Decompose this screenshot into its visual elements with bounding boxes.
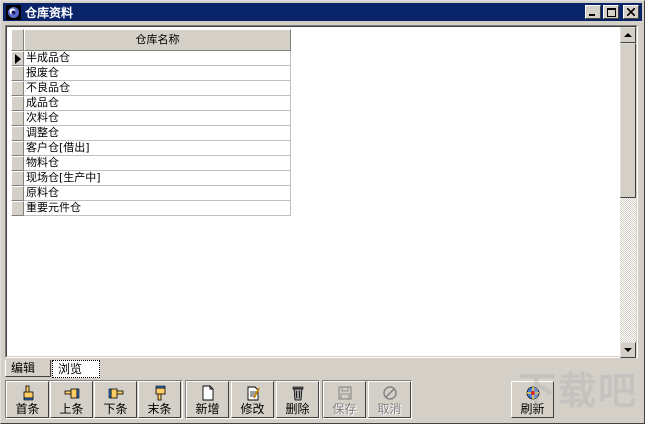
first-record-button[interactable]: 首条 — [6, 381, 49, 418]
table-row[interactable]: 物料仓 — [11, 156, 292, 171]
table-row[interactable]: 调整仓 — [11, 126, 292, 141]
row-indicator[interactable] — [11, 66, 24, 81]
grid-panel: 仓库名称 半成品仓 报废仓 不良品仓 成品仓 次料仓 调整仓 客户仓[借出] 物料仓 现场仓[生… — [5, 25, 638, 358]
table-row[interactable]: 现场仓[生产中] — [11, 171, 292, 186]
cancel-circle-icon — [382, 386, 397, 400]
current-row-pointer-icon — [15, 54, 21, 64]
edit-document-icon — [247, 386, 260, 401]
warehouse-name-cell[interactable]: 成品仓 — [24, 96, 291, 111]
warehouse-name-cell[interactable]: 客户仓[借出] — [24, 141, 291, 156]
warehouse-name-cell[interactable]: 报废仓 — [24, 66, 291, 81]
table-row[interactable]: 客户仓[借出] — [11, 141, 292, 156]
table-row[interactable]: 成品仓 — [11, 96, 292, 111]
row-indicator[interactable] — [11, 96, 24, 111]
save-label: 保存 — [332, 402, 357, 416]
table-row[interactable]: 原料仓 — [11, 186, 292, 201]
add-record-button[interactable]: 新增 — [186, 381, 229, 418]
arrow-up-icon — [624, 32, 632, 37]
first-record-label: 首条 — [15, 402, 40, 416]
trash-can-icon — [292, 386, 303, 401]
minimize-icon — [589, 14, 595, 16]
hand-point-left-icon — [64, 388, 79, 399]
table-row[interactable]: 半成品仓 — [11, 51, 292, 66]
table-row[interactable]: 报废仓 — [11, 66, 292, 81]
tab-browse[interactable]: 浏览 — [52, 360, 100, 378]
row-indicator[interactable] — [11, 201, 24, 216]
last-record-label: 末条 — [147, 402, 172, 416]
arrow-down-icon — [624, 347, 632, 352]
tab-edit[interactable]: 编辑 — [5, 360, 51, 377]
close-icon — [627, 8, 635, 16]
grid-header-row: 仓库名称 — [11, 29, 292, 51]
warehouse-grid[interactable]: 仓库名称 半成品仓 报废仓 不良品仓 成品仓 次料仓 调整仓 客户仓[借出] 物料仓 现场仓[生… — [11, 29, 292, 216]
row-indicator[interactable] — [11, 141, 24, 156]
save-button[interactable]: 保存 — [323, 381, 366, 418]
main-window: 仓库资料 仓库名称 半成品仓 报废仓 不良品仓 成品仓 次料仓 调整仓 客户仓[借出] 物料仓… — [0, 0, 645, 424]
new-document-icon — [202, 385, 213, 401]
prev-record-button[interactable]: 上条 — [50, 381, 93, 418]
grid-body: 半成品仓 报废仓 不良品仓 成品仓 次料仓 调整仓 客户仓[借出] 物料仓 现场仓[生产中] 原料… — [11, 51, 292, 216]
next-record-button[interactable]: 下条 — [94, 381, 137, 418]
maximize-button[interactable] — [603, 5, 619, 19]
warehouse-name-cell[interactable]: 调整仓 — [24, 126, 291, 141]
table-row[interactable]: 不良品仓 — [11, 81, 292, 96]
edit-record-button[interactable]: 修改 — [231, 381, 274, 418]
window-title: 仓库资料 — [25, 5, 74, 20]
warehouse-name-cell[interactable]: 重要元件仓 — [24, 201, 291, 216]
add-record-label: 新增 — [195, 402, 220, 416]
row-indicator[interactable] — [11, 171, 24, 186]
grid-corner — [11, 29, 24, 51]
hand-point-down-icon — [155, 385, 165, 401]
row-indicator[interactable] — [11, 81, 24, 96]
delete-record-label: 删除 — [285, 402, 310, 416]
delete-record-button[interactable]: 删除 — [276, 381, 319, 418]
edit-record-label: 修改 — [240, 402, 265, 416]
table-row[interactable]: 重要元件仓 — [11, 201, 292, 216]
row-indicator[interactable] — [11, 186, 24, 201]
minimize-button[interactable] — [585, 5, 601, 19]
floppy-disk-icon — [338, 386, 351, 400]
warehouse-name-cell[interactable]: 现场仓[生产中] — [24, 171, 291, 186]
row-indicator[interactable] — [11, 51, 24, 66]
scroll-up-button[interactable] — [620, 27, 636, 43]
warehouse-name-cell[interactable]: 不良品仓 — [24, 81, 291, 96]
last-record-button[interactable]: 末条 — [138, 381, 181, 418]
app-logo-icon — [6, 4, 21, 20]
row-indicator[interactable] — [11, 126, 24, 141]
refresh-icon — [526, 386, 539, 400]
refresh-button[interactable]: 刷新 — [511, 381, 554, 418]
cancel-label: 取消 — [377, 402, 402, 416]
row-indicator[interactable] — [11, 156, 24, 171]
tab-strip: 编辑 浏览 — [5, 360, 100, 378]
next-record-label: 下条 — [103, 402, 128, 416]
warehouse-name-cell[interactable]: 原料仓 — [24, 186, 291, 201]
row-indicator[interactable] — [11, 111, 24, 126]
title-bar[interactable]: 仓库资料 — [3, 3, 642, 21]
prev-record-label: 上条 — [59, 402, 84, 416]
warehouse-name-cell[interactable]: 次料仓 — [24, 111, 291, 126]
cancel-button[interactable]: 取消 — [368, 381, 411, 418]
hand-point-up-icon — [23, 385, 33, 401]
warehouse-name-cell[interactable]: 半成品仓 — [24, 51, 291, 66]
column-header-warehouse-name[interactable]: 仓库名称 — [24, 29, 291, 51]
hand-point-right-icon — [108, 388, 123, 399]
warehouse-name-cell[interactable]: 物料仓 — [24, 156, 291, 171]
scroll-thumb[interactable] — [620, 43, 636, 198]
close-button[interactable] — [623, 5, 639, 19]
refresh-label: 刷新 — [520, 402, 545, 416]
navigation-toolbar: 首条 上条 下条 末条 新增 修改 删除 保存 取消 刷新 — [5, 380, 638, 419]
scroll-down-button[interactable] — [620, 342, 636, 358]
maximize-icon — [606, 7, 616, 17]
vertical-scrollbar[interactable] — [620, 27, 636, 358]
table-row[interactable]: 次料仓 — [11, 111, 292, 126]
